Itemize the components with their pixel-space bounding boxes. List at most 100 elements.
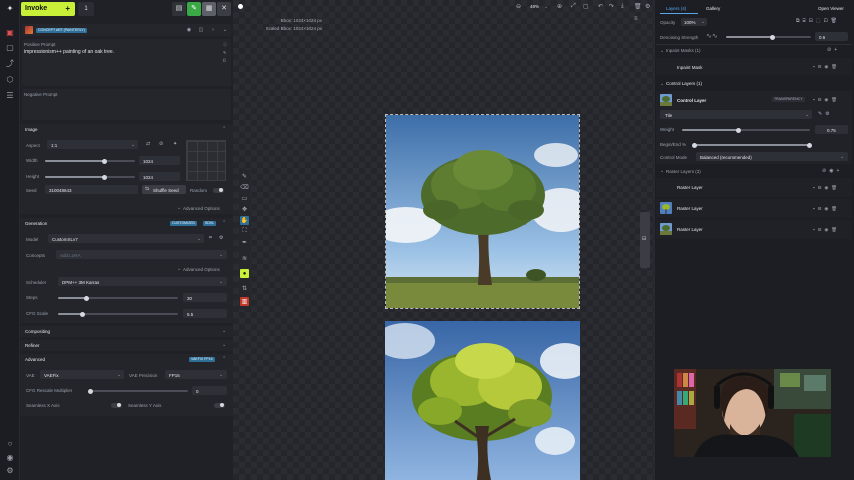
generation-section-title[interactable]: Generation (25, 221, 47, 226)
compositing-section[interactable] (20, 326, 233, 337)
raster-layer-actions[interactable]: ▪⊟◉🗑 (813, 227, 840, 233)
raster-layer-actions[interactable]: ▪⊟◉🗑 (813, 185, 840, 191)
image-section-title[interactable]: Image (25, 127, 38, 132)
inpaint-header-icons[interactable]: ⊘+ (827, 47, 840, 53)
denoise-slider-track[interactable] (726, 36, 811, 38)
width-slider-knob[interactable] (101, 158, 107, 164)
models-tab-icon[interactable]: ⬡ (5, 74, 15, 84)
cancel-current-button[interactable]: ▤ (172, 2, 186, 16)
settings-gear-icon[interactable]: ⚙ (5, 465, 15, 475)
cfg-rescale-slider-track[interactable] (90, 390, 188, 392)
random-seed-toggle[interactable] (213, 187, 224, 193)
compositing-section-title[interactable]: Compositing (25, 329, 50, 334)
undo-icon[interactable]: ↶ (598, 3, 603, 10)
layers-tab[interactable]: Layers (4) (666, 6, 686, 11)
compositing-expand-icon[interactable]: ⌄ (222, 328, 226, 334)
denoise-slider-knob[interactable] (770, 34, 776, 40)
raster-layer-name[interactable]: Raster Layer (677, 227, 703, 232)
seamless-y-toggle[interactable] (214, 402, 225, 408)
steps-slider-knob[interactable] (84, 295, 90, 301)
gallery-tab[interactable]: Gallery (706, 6, 720, 11)
canvas-menu-icon[interactable]: ≡ (634, 16, 638, 22)
raster-header[interactable]: Raster Layers (3) (666, 169, 701, 174)
collapse-icon[interactable]: ⌄ (221, 26, 229, 34)
raster-layer-name[interactable]: Raster Layer (677, 206, 703, 211)
brush-tool-icon[interactable]: ✎ (240, 172, 249, 181)
weight-slider-knob[interactable] (735, 127, 741, 133)
discord-icon[interactable]: ◉ (5, 452, 15, 462)
zoom-out-icon[interactable]: ⊖ (516, 3, 521, 10)
fit-icon[interactable]: ⤢ (571, 3, 576, 10)
move-tool-icon[interactable]: ✥ (240, 205, 249, 214)
save-to-gallery-icon[interactable]: ⤓ (621, 3, 624, 10)
swap-colors-icon[interactable]: ⇅ (240, 284, 249, 293)
inpaint-header[interactable]: Inpaint Masks (1) (666, 48, 701, 53)
end-slider-knob[interactable] (806, 142, 812, 148)
color-picker-tool-icon[interactable]: ✒ (240, 238, 249, 247)
brush-width-icon[interactable]: ≋ (240, 254, 249, 263)
begin-end-slider-track[interactable] (694, 144, 809, 146)
bulb-icon[interactable]: ○ (5, 438, 15, 448)
control-model-icons[interactable]: ✎⚙ (818, 111, 833, 117)
refiner-section-title[interactable]: Refiner (25, 343, 40, 348)
inpaint-collapse-icon[interactable]: ⌄ (660, 48, 664, 54)
steps-slider-track[interactable] (58, 297, 178, 299)
raster-layer-actions[interactable]: ▪⊟◉🗑 (813, 206, 840, 212)
arrow-right-icon[interactable]: › (209, 26, 217, 34)
cfg-rescale-slider-knob[interactable] (88, 388, 93, 394)
raster-header-icons[interactable]: ⊘◉+ (822, 168, 842, 174)
prompt-syntax-icon[interactable]: {} (223, 57, 226, 62)
width-slider-track[interactable] (45, 160, 135, 162)
inpaint-mask-actions[interactable]: ▪⊟◉🗑 (813, 64, 840, 70)
zoom-chevron-icon[interactable]: ⌄ (544, 4, 548, 10)
zoom-in-icon[interactable]: ⊕ (557, 3, 562, 10)
control-collapse-icon[interactable]: ⌄ (660, 81, 664, 87)
height-slider-knob[interactable] (101, 174, 107, 180)
reset-view-icon[interactable]: ▢ (583, 3, 589, 10)
refiner-expand-icon[interactable]: ⌄ (222, 342, 226, 348)
generated-image-bbox[interactable] (385, 114, 580, 309)
canvas-settings-icon[interactable]: ⚙ (645, 3, 650, 10)
raster-collapse-icon[interactable]: ⌄ (660, 168, 664, 174)
fill-color-icon[interactable]: ● (240, 269, 249, 278)
queue-button[interactable]: ▦ (202, 2, 216, 16)
prompt-tools-icon[interactable]: ✎ (223, 50, 226, 55)
height-slider-track[interactable] (45, 176, 135, 178)
rect-tool-icon[interactable]: ▭ (240, 194, 249, 203)
redo-icon[interactable]: ↷ (609, 3, 614, 10)
iterations-input[interactable]: 1 (78, 2, 94, 16)
concepts-select[interactable] (56, 250, 227, 259)
reset-tool-icon[interactable]: ▥ (240, 297, 249, 306)
aspect-select[interactable] (47, 140, 138, 149)
prompt-info-icon[interactable]: ⓘ (223, 42, 227, 48)
open-viewer-button[interactable]: Open Viewer (818, 6, 844, 11)
swap-dimensions-icon[interactable]: ⇄ (146, 141, 150, 147)
seamless-x-toggle[interactable] (111, 402, 122, 408)
edit-button[interactable]: ✎ (187, 2, 201, 16)
control-header[interactable]: Control Layers (1) (666, 81, 702, 86)
painterly-image[interactable] (385, 321, 580, 480)
weight-slider-track[interactable] (682, 129, 810, 131)
begin-slider-knob[interactable] (691, 142, 697, 148)
refiner-section[interactable] (20, 340, 233, 351)
clear-queue-button[interactable]: ✕ (217, 2, 231, 16)
cfg-slider-track[interactable] (58, 313, 178, 315)
eraser-tool-icon[interactable]: ⌫ (240, 183, 249, 192)
generation-advanced-options[interactable]: Advanced Options (183, 267, 220, 272)
preset-action-icon[interactable]: ◫ (197, 26, 205, 34)
raster-layer-name[interactable]: Raster Layer (677, 185, 703, 190)
optimal-size-icon[interactable]: ✦ (173, 141, 177, 147)
model-info-icon[interactable]: ⌗ (209, 235, 212, 241)
image-collapse-icon[interactable]: ⌃ (222, 126, 226, 132)
generation-collapse-icon[interactable]: ⌃ (222, 220, 226, 226)
inpaint-mask-name[interactable]: Inpaint Mask (677, 65, 703, 70)
bbox-tool-icon[interactable]: ⛶ (240, 227, 249, 236)
control-layer-actions[interactable]: ▪⊟◉🗑 (813, 97, 840, 103)
zoom-value[interactable]: 48% (530, 4, 539, 9)
queue-tab-icon[interactable]: ☰ (5, 90, 15, 100)
panel-toggle-icon[interactable]: ⊟ (642, 236, 646, 242)
control-layer-name[interactable]: Control Layer (677, 98, 706, 103)
positive-prompt-text[interactable]: impressionism++ painting of an oak tree. (24, 49, 114, 55)
control-model-select[interactable] (660, 110, 812, 119)
layer-toolbar-icons[interactable]: ⧉⌸⊟⬚⊡🗑 (796, 18, 840, 24)
